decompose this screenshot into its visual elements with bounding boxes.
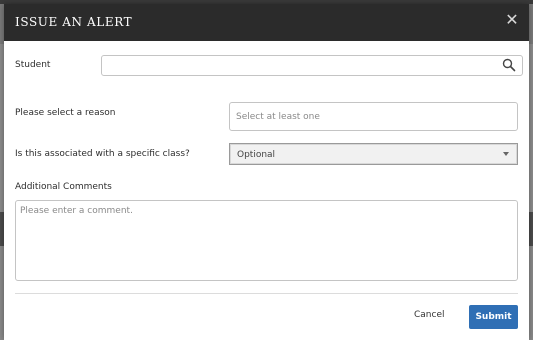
comments-textarea[interactable] xyxy=(15,200,518,281)
close-icon[interactable]: ✕ xyxy=(503,11,521,29)
reason-multiselect-input[interactable] xyxy=(229,102,518,131)
footer-divider xyxy=(15,293,518,294)
class-label: Is this associated with a specific class… xyxy=(15,149,190,159)
chevron-down-icon xyxy=(503,152,509,156)
student-search-input[interactable] xyxy=(101,55,523,76)
modal-header: ISSUE AN ALERT ✕ xyxy=(4,4,529,41)
cancel-button[interactable]: Cancel xyxy=(414,310,445,320)
reason-label: Please select a reason xyxy=(15,108,116,118)
search-icon[interactable] xyxy=(502,58,516,72)
student-label: Student xyxy=(15,60,51,70)
class-select-value: Optional xyxy=(237,150,276,160)
comments-label: Additional Comments xyxy=(15,182,112,192)
submit-button[interactable]: Submit xyxy=(469,305,518,329)
class-select[interactable]: Optional xyxy=(229,143,518,165)
issue-alert-modal: ISSUE AN ALERT ✕ Student Please select a… xyxy=(4,4,529,340)
modal-title: ISSUE AN ALERT xyxy=(15,15,133,29)
